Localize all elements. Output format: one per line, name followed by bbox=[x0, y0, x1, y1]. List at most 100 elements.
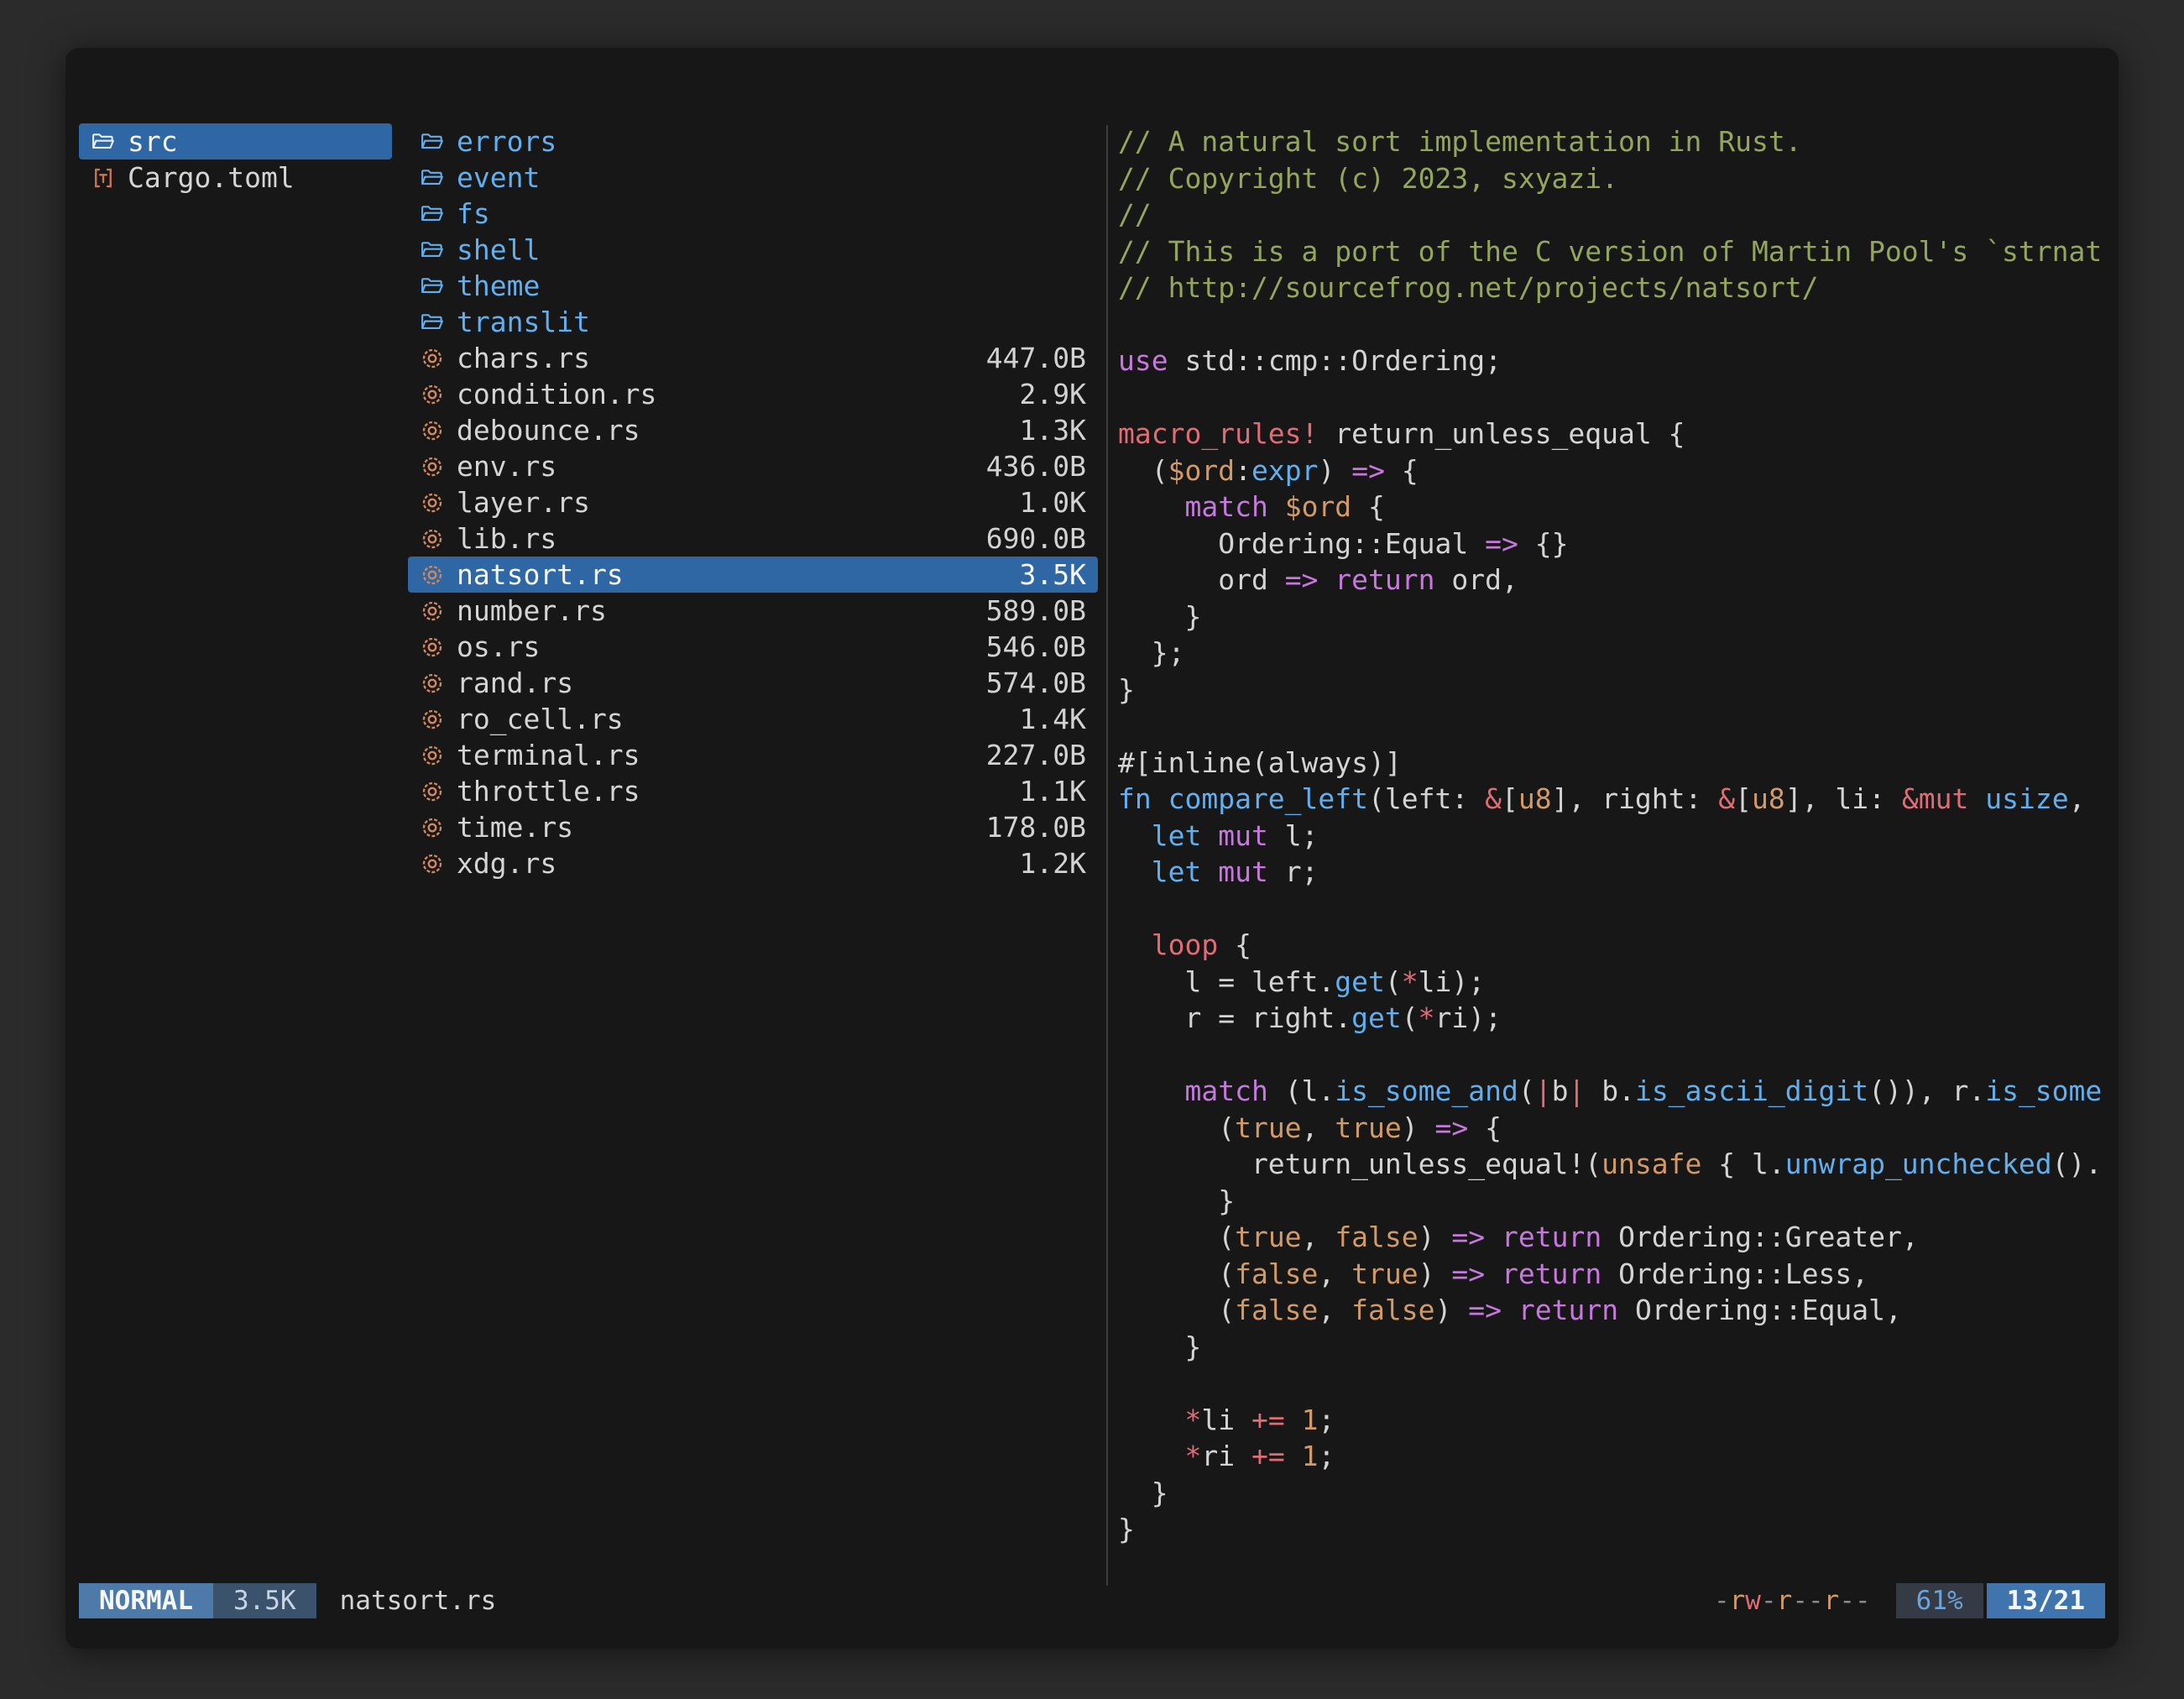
item-size: 436.0B bbox=[969, 450, 1086, 483]
toml-icon bbox=[91, 165, 116, 191]
pane-divider bbox=[1106, 125, 1108, 1586]
dir-row-fs[interactable]: fs bbox=[408, 196, 1098, 232]
file-row-natsort-rs[interactable]: natsort.rs3.5K bbox=[408, 557, 1098, 593]
rust-icon bbox=[420, 418, 445, 443]
file-row-number-rs[interactable]: number.rs 589.0B bbox=[408, 593, 1098, 629]
rust-icon bbox=[420, 635, 445, 660]
code-line: } bbox=[1118, 672, 2107, 708]
parent-item-src[interactable]: src bbox=[79, 123, 392, 159]
item-name: debounce.rs bbox=[457, 414, 640, 447]
item-size: 1.4K bbox=[1003, 703, 1086, 735]
file-row-condition-rs[interactable]: condition.rs2.9K bbox=[408, 376, 1098, 412]
rust-icon bbox=[420, 454, 445, 479]
code-line: use std::cmp::Ordering; bbox=[1118, 342, 2107, 379]
folder-icon bbox=[91, 129, 116, 154]
rust-icon bbox=[420, 851, 445, 876]
rust-icon bbox=[420, 815, 445, 840]
file-row-time-rs[interactable]: time.rs 178.0B bbox=[408, 809, 1098, 845]
file-row-terminal-rs[interactable]: terminal.rs 227.0B bbox=[408, 737, 1098, 773]
item-name: errors bbox=[457, 125, 556, 158]
item-name: theme bbox=[457, 269, 540, 302]
folder-icon bbox=[420, 129, 445, 154]
item-name: rand.rs bbox=[457, 667, 573, 699]
folder-icon bbox=[420, 165, 445, 191]
code-line: *li += 1; bbox=[1118, 1402, 2107, 1439]
file-row-lib-rs[interactable]: lib.rs690.0B bbox=[408, 520, 1098, 557]
file-row-env-rs[interactable]: env.rs436.0B bbox=[408, 448, 1098, 484]
status-bar-left: NORMAL 3.5K natsort.rs bbox=[79, 1583, 496, 1618]
item-name: number.rs bbox=[457, 594, 607, 627]
code-line: let mut l; bbox=[1118, 818, 2107, 855]
file-manager-window: srcCargo.toml errorseventfsshellthemetra… bbox=[65, 48, 2119, 1649]
item-size: 546.0B bbox=[969, 630, 1086, 663]
item-size: 1.3K bbox=[1003, 414, 1086, 447]
item-size: 178.0B bbox=[969, 811, 1086, 844]
dir-row-event[interactable]: event bbox=[408, 159, 1098, 196]
code-line: // bbox=[1118, 196, 2107, 233]
code-line: (false, true) => return Ordering::Less, bbox=[1118, 1256, 2107, 1293]
dir-row-theme[interactable]: theme bbox=[408, 268, 1098, 304]
parent-item-cargo-toml[interactable]: Cargo.toml bbox=[79, 159, 392, 196]
cursor-position-badge: 13/21 bbox=[1987, 1583, 2105, 1618]
code-line: // Copyright (c) 2023, sxyazi. bbox=[1118, 160, 2107, 197]
code-line: loop { bbox=[1118, 927, 2107, 964]
dir-row-shell[interactable]: shell bbox=[408, 232, 1098, 268]
item-name: terminal.rs bbox=[457, 739, 640, 771]
folder-icon bbox=[420, 201, 445, 227]
status-bar: NORMAL 3.5K natsort.rs -rw-r--r-- 61% 13… bbox=[79, 1583, 2105, 1618]
item-size: 447.0B bbox=[969, 342, 1086, 374]
rust-icon bbox=[420, 346, 445, 371]
file-row-debounce-rs[interactable]: debounce.rs 1.3K bbox=[408, 412, 1098, 448]
rust-icon bbox=[420, 562, 445, 588]
folder-icon bbox=[420, 238, 445, 263]
file-row-rand-rs[interactable]: rand.rs574.0B bbox=[408, 665, 1098, 701]
item-name: layer.rs bbox=[457, 486, 590, 519]
current-pane: errorseventfsshellthemetranslitchars.rs 4… bbox=[408, 123, 1098, 881]
code-line: ord => return ord, bbox=[1118, 562, 2107, 599]
code-line: match $ord { bbox=[1118, 489, 2107, 525]
code-line: r = right.get(*ri); bbox=[1118, 1000, 2107, 1037]
item-size: 589.0B bbox=[969, 594, 1086, 627]
item-size: 1.0K bbox=[1003, 486, 1086, 519]
item-name: xdg.rs bbox=[457, 847, 556, 880]
folder-icon bbox=[420, 274, 445, 299]
item-name: time.rs bbox=[457, 811, 573, 844]
file-row-throttle-rs[interactable]: throttle.rs1.1K bbox=[408, 773, 1098, 809]
folder-icon bbox=[420, 310, 445, 335]
item-name: os.rs bbox=[457, 630, 540, 663]
item-size: 1.1K bbox=[1003, 775, 1086, 808]
file-row-layer-rs[interactable]: layer.rs 1.0K bbox=[408, 484, 1098, 520]
code-line bbox=[1118, 1365, 2107, 1402]
item-name: src bbox=[128, 125, 178, 158]
item-size: 227.0B bbox=[969, 739, 1086, 771]
item-size: 3.5K bbox=[1003, 558, 1086, 591]
code-line: macro_rules! return_unless_equal { bbox=[1118, 416, 2107, 452]
code-line: (true, false) => return Ordering::Greate… bbox=[1118, 1219, 2107, 1256]
item-name: fs bbox=[457, 197, 490, 230]
dir-row-errors[interactable]: errors bbox=[408, 123, 1098, 159]
code-line: } bbox=[1118, 1329, 2107, 1366]
file-row-chars-rs[interactable]: chars.rs 447.0B bbox=[408, 340, 1098, 376]
item-size: 1.2K bbox=[1003, 847, 1086, 880]
file-row-xdg-rs[interactable]: xdg.rs 1.2K bbox=[408, 845, 1098, 881]
dir-row-translit[interactable]: translit bbox=[408, 304, 1098, 340]
code-line: // This is a port of the C version of Ma… bbox=[1118, 233, 2107, 270]
code-line bbox=[1118, 891, 2107, 928]
code-line: let mut r; bbox=[1118, 854, 2107, 891]
item-size: 690.0B bbox=[969, 522, 1086, 555]
code-line: *ri += 1; bbox=[1118, 1438, 2107, 1475]
code-line: } bbox=[1118, 1511, 2107, 1548]
permissions-text: -rw-r--r-- bbox=[1714, 1586, 1871, 1616]
status-filename: natsort.rs bbox=[340, 1586, 497, 1616]
rust-icon bbox=[420, 743, 445, 768]
rust-icon bbox=[420, 490, 445, 515]
code-line: fn compare_left(left: &[u8], right: &[u8… bbox=[1118, 781, 2107, 818]
file-row-os-rs[interactable]: os.rs 546.0B bbox=[408, 629, 1098, 665]
rust-icon bbox=[420, 526, 445, 552]
item-name: Cargo.toml bbox=[128, 161, 295, 194]
code-line: Ordering::Equal => {} bbox=[1118, 525, 2107, 562]
code-line: (true, true) => { bbox=[1118, 1110, 2107, 1147]
item-name: chars.rs bbox=[457, 342, 590, 374]
file-row-ro-cell-rs[interactable]: ro_cell.rs1.4K bbox=[408, 701, 1098, 737]
item-name: event bbox=[457, 161, 540, 194]
